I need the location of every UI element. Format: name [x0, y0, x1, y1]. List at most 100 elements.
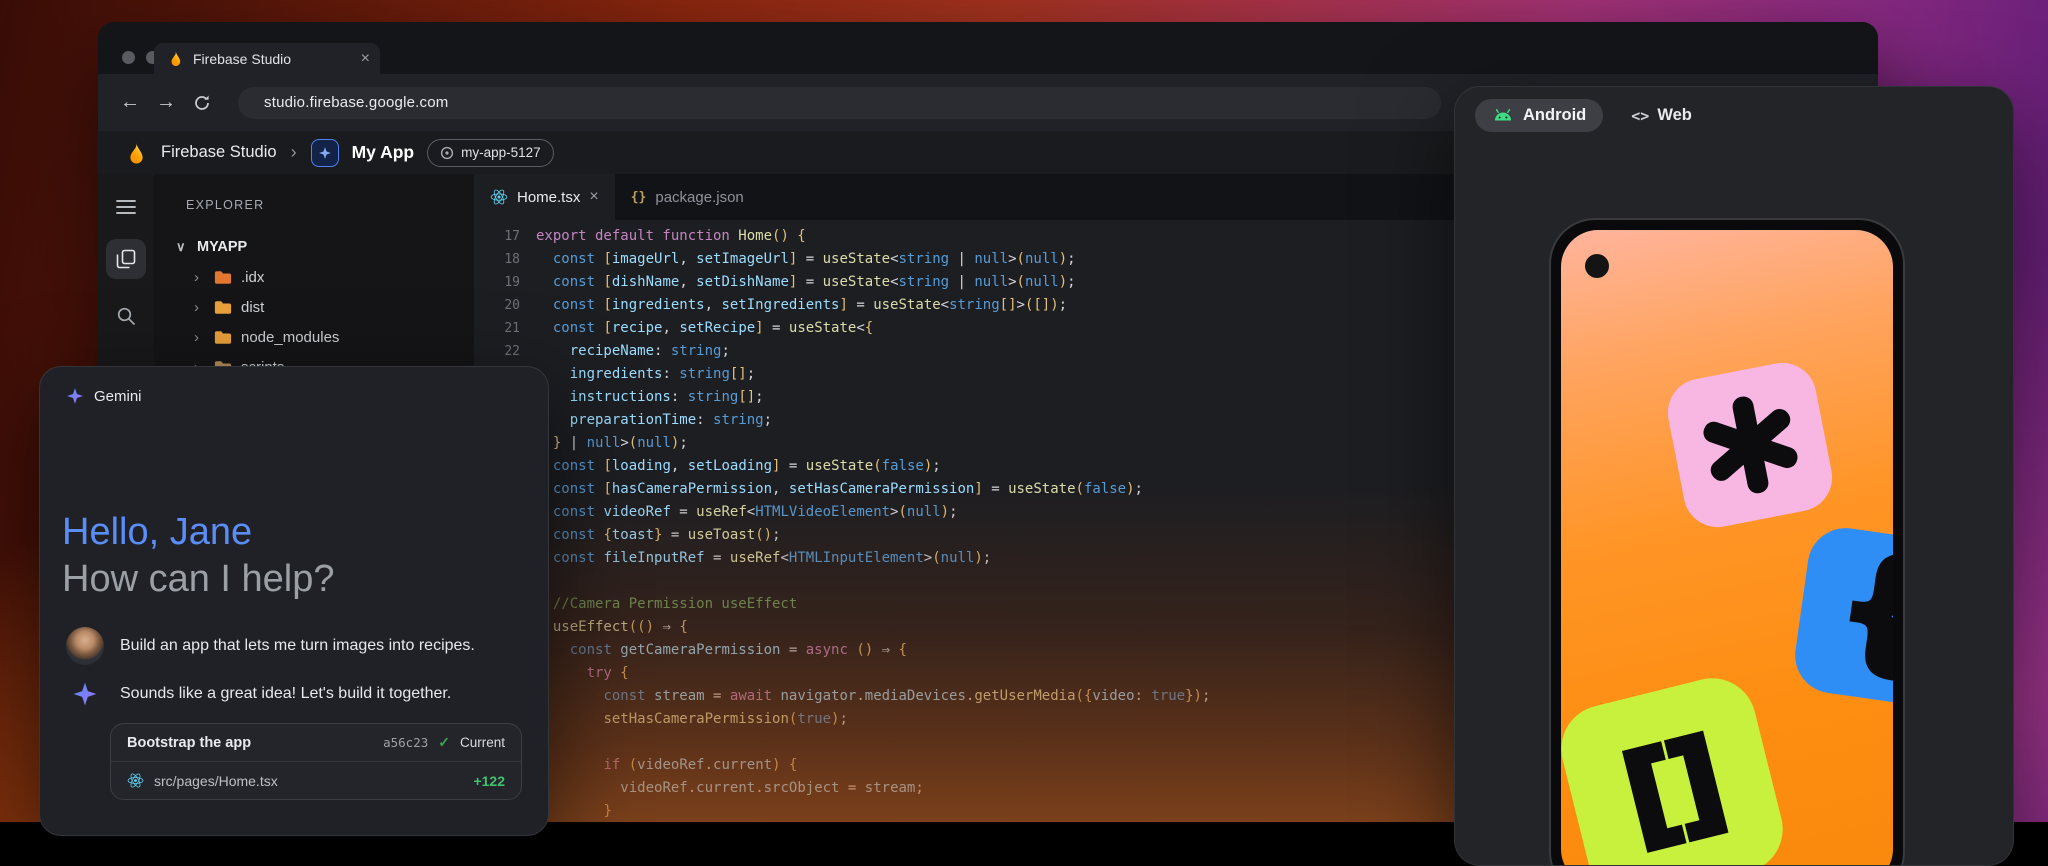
- file-path: src/pages/Home.tsx: [154, 773, 463, 789]
- line-number: 19: [474, 271, 520, 294]
- gemini-message: Sounds like a great idea! Let's build it…: [66, 681, 522, 707]
- line-number: 17: [474, 225, 520, 248]
- phone-camera-dot: [1585, 254, 1609, 278]
- tree-item-node-modules[interactable]: › node_modules: [154, 322, 474, 352]
- search-icon: [116, 306, 136, 326]
- window-close-button[interactable]: [122, 51, 135, 64]
- brand-title: Firebase Studio: [161, 143, 277, 162]
- shape-brackets-tile: []: [1561, 669, 1792, 866]
- app-id-badge[interactable]: my-app-5127: [427, 139, 554, 167]
- code-text: const [hasCameraPermission, setHasCamera…: [520, 478, 1143, 501]
- browser-tab[interactable]: Firebase Studio ×: [154, 43, 380, 74]
- diff-count: +122: [473, 773, 505, 789]
- tab-package-json[interactable]: {} package.json: [615, 174, 760, 220]
- gemini-sparkle-icon: [66, 681, 104, 707]
- files-icon: [116, 249, 136, 269]
- app-name[interactable]: My App: [352, 142, 415, 163]
- code-text: const stream = await navigator.mediaDevi…: [520, 685, 1210, 708]
- phone-mockup: { []: [1549, 218, 1905, 866]
- android-icon: [1492, 107, 1514, 124]
- task-card[interactable]: Bootstrap the app a56c23 ✓ Current src/p…: [110, 723, 522, 800]
- code-text: recipeName: string;: [520, 340, 730, 363]
- code-text: const getCameraPermission = async () ⇒ {: [520, 639, 907, 662]
- menu-button[interactable]: [106, 187, 146, 227]
- explorer-view-button[interactable]: [106, 239, 146, 279]
- code-text: //Camera Permission useEffect: [520, 593, 797, 616]
- app-prototype-icon: [311, 139, 339, 167]
- tab-web[interactable]: <> Web: [1631, 106, 1692, 125]
- code-text: const videoRef = useRef<HTMLVideoElement…: [520, 501, 958, 524]
- message-text: Sounds like a great idea! Let's build it…: [120, 685, 451, 703]
- browser-tab-strip: Firebase Studio ×: [98, 22, 1878, 74]
- tab-close-icon[interactable]: ×: [589, 189, 598, 205]
- greeting-question: How can I help?: [62, 556, 548, 603]
- explorer-title: EXPLORER: [154, 198, 474, 212]
- status-badge: Current: [460, 735, 505, 750]
- back-icon[interactable]: ←: [112, 91, 148, 114]
- changed-file-row[interactable]: src/pages/Home.tsx +122: [111, 762, 521, 799]
- code-text: const {toast} = useToast();: [520, 524, 781, 547]
- gemini-title: Gemini: [94, 388, 142, 405]
- folder-icon: [214, 300, 232, 315]
- tab-home-tsx[interactable]: Home.tsx ×: [474, 174, 615, 220]
- tab-android[interactable]: Android: [1475, 99, 1603, 132]
- code-text: if (videoRef.current) {: [520, 754, 797, 777]
- firebase-logo-icon: [124, 141, 148, 165]
- search-view-button[interactable]: [106, 296, 146, 336]
- code-text: const [imageUrl, setImageUrl] = useState…: [520, 248, 1076, 271]
- tree-item-label: node_modules: [241, 329, 339, 346]
- chevron-right-icon: ›: [194, 329, 205, 346]
- chevron-right-icon: ›: [194, 269, 205, 286]
- react-icon: [490, 188, 508, 206]
- tree-item--idx[interactable]: › .idx: [154, 262, 474, 292]
- asterisk-icon: [1691, 386, 1808, 503]
- code-text: const [loading, setLoading] = useState(f…: [520, 455, 941, 478]
- code-text: preparationTime: string;: [520, 409, 772, 432]
- address-bar[interactable]: studio.firebase.google.com: [238, 87, 1441, 119]
- tree-item-label: dist: [241, 299, 264, 316]
- message-text: Build an app that lets me turn images in…: [120, 637, 475, 655]
- chevron-right-icon: ›: [194, 299, 205, 316]
- breadcrumb-separator: ›: [291, 142, 297, 163]
- curly-brace-icon: {: [1828, 538, 1893, 695]
- line-number: 21: [474, 317, 520, 340]
- reload-icon[interactable]: [184, 94, 220, 112]
- app-id-label: my-app-5127: [461, 145, 541, 160]
- browser-tab-title: Firebase Studio: [193, 51, 352, 67]
- user-message: Build an app that lets me turn images in…: [66, 627, 522, 665]
- brackets-icon: []: [1615, 725, 1729, 854]
- preview-tabs: Android <> Web: [1455, 87, 2013, 132]
- code-text: instructions: string[];: [520, 386, 764, 409]
- file-tree: ∨ MYAPP ›.idx›dist›node_modules›scripts: [154, 232, 474, 382]
- forward-icon[interactable]: →: [148, 91, 184, 114]
- code-text: const [ingredients, setIngredients] = us…: [520, 294, 1067, 317]
- tree-item-dist[interactable]: › dist: [154, 292, 474, 322]
- tab-label: Web: [1657, 106, 1692, 125]
- commit-hash: a56c23: [383, 735, 428, 750]
- code-text: export default function Home() {: [520, 225, 806, 248]
- task-card-header[interactable]: Bootstrap the app a56c23 ✓ Current: [111, 724, 521, 762]
- code-text: const fileInputRef = useRef<HTMLInputEle…: [520, 547, 991, 570]
- tree-root-myapp[interactable]: ∨ MYAPP: [154, 232, 474, 262]
- explorer-tree-items: ›.idx›dist›node_modules›scripts: [154, 262, 474, 382]
- check-icon: ✓: [438, 734, 450, 751]
- project-badge-icon: [440, 146, 454, 160]
- line-number: 18: [474, 248, 520, 271]
- chat-messages: Build an app that lets me turn images in…: [40, 627, 548, 707]
- code-text: const [recipe, setRecipe] = useState<{: [520, 317, 873, 340]
- folder-icon: [214, 330, 232, 345]
- gemini-sparkle-icon: [66, 387, 84, 405]
- device-preview-panel: Android <> Web { []: [1454, 86, 2014, 866]
- gemini-panel: Gemini Hello, Jane How can I help? Build…: [39, 366, 549, 836]
- tree-item-label: .idx: [241, 269, 264, 286]
- folder-icon: [214, 270, 232, 285]
- code-text: setHasCameraPermission(true);: [520, 708, 848, 731]
- tab-close-icon[interactable]: ×: [361, 51, 370, 67]
- hamburger-icon: [116, 199, 136, 215]
- tab-label: Android: [1523, 106, 1586, 125]
- line-number: 20: [474, 294, 520, 317]
- tab-label: Home.tsx: [517, 189, 580, 206]
- braces-icon: {}: [631, 190, 647, 205]
- firebase-favicon-icon: [167, 50, 184, 67]
- user-avatar: [66, 627, 104, 665]
